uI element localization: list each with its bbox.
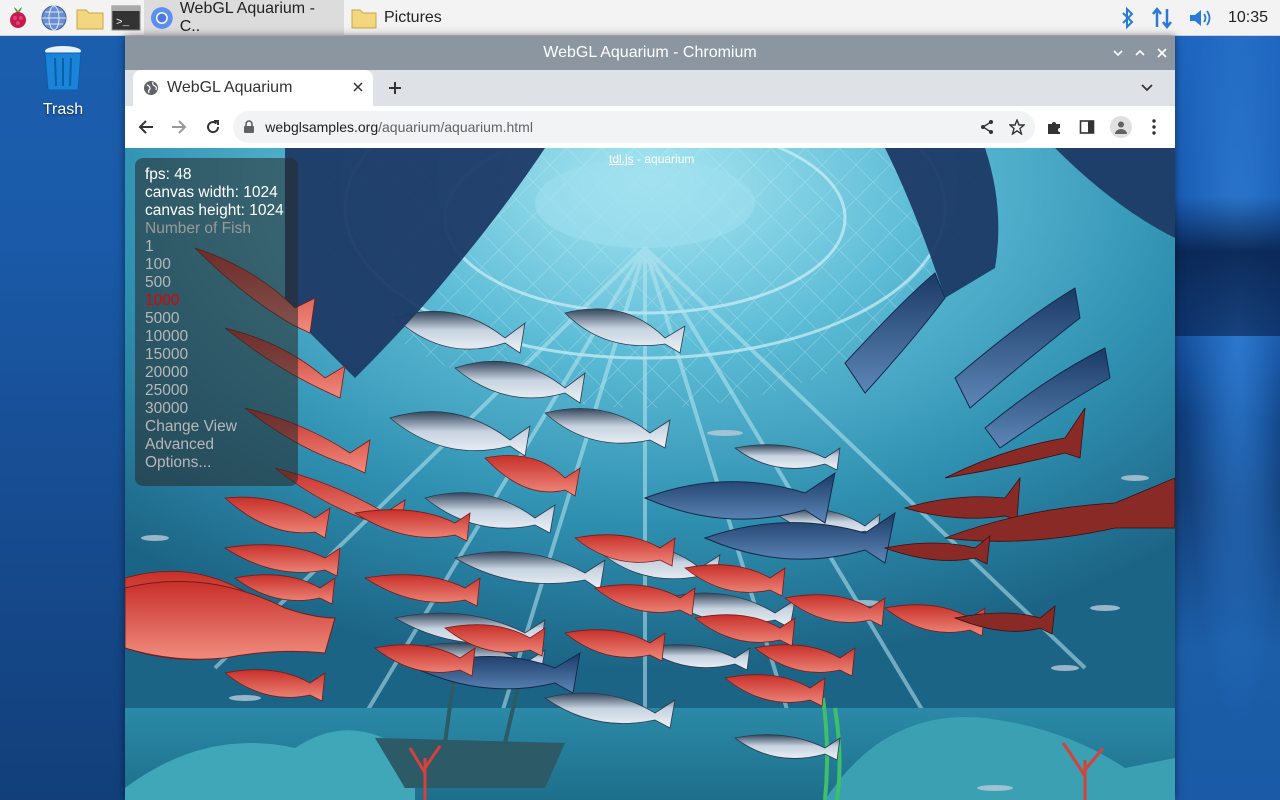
new-tab-button[interactable] [383, 76, 407, 100]
network-icon[interactable] [1150, 6, 1174, 30]
fish-option-1[interactable]: 1 [145, 238, 288, 256]
fish-option-10000[interactable]: 10000 [145, 328, 288, 346]
trash-label: Trash [42, 101, 84, 118]
taskbar-task-label: Pictures [384, 8, 442, 26]
bookmark-star-icon[interactable] [1009, 119, 1026, 135]
tab-strip: WebGL Aquarium [125, 70, 1175, 106]
fish-option-15000[interactable]: 15000 [145, 346, 288, 364]
chromium-icon [150, 6, 173, 29]
web-content: tdl.js - aquarium fps: 48 canvas width: … [125, 148, 1175, 800]
fish-option-1000-selected[interactable]: 1000 [145, 292, 288, 310]
desktop-wallpaper [1175, 36, 1280, 800]
clock[interactable]: 10:35 [1228, 9, 1268, 27]
profile-button[interactable] [1106, 111, 1135, 143]
arrow-right-icon [172, 120, 187, 134]
reload-icon [206, 120, 219, 134]
fish-option-30000[interactable]: 30000 [145, 400, 288, 418]
advanced-button[interactable]: Advanced [145, 436, 288, 454]
svg-text:>_: >_ [116, 17, 130, 29]
raspberry-menu-icon[interactable] [0, 0, 36, 36]
browser-window: WebGL Aquarium - Chromium WebGL Aquarium [125, 36, 1175, 800]
globe-icon [144, 81, 158, 95]
canvas-height-readout: canvas height: 1024 [145, 202, 284, 219]
tab-webgl-aquarium[interactable]: WebGL Aquarium [133, 70, 373, 106]
volume-icon[interactable] [1188, 7, 1214, 29]
chevron-down-icon [1141, 84, 1153, 92]
url-path: /aquarium/aquarium.html [378, 119, 533, 135]
plus-icon [389, 82, 401, 94]
fish-option-500[interactable]: 500 [145, 274, 288, 292]
menu-button[interactable] [1140, 111, 1169, 143]
avatar [1109, 116, 1132, 138]
share-icon[interactable] [979, 119, 995, 135]
fish-option-5000[interactable]: 5000 [145, 310, 288, 328]
folder-icon [351, 9, 377, 28]
side-panel-icon [1080, 120, 1095, 134]
more-vert-icon [1152, 119, 1156, 135]
hud-panel: fps: 48 canvas width: 1024 canvas height… [135, 158, 298, 486]
extensions-button[interactable] [1039, 111, 1068, 143]
taskbar-task-label: WebGL Aquarium - C.. [179, 0, 315, 35]
trash-icon [44, 46, 82, 91]
url-host: webglsamples.org [265, 119, 379, 135]
credit-text: tdl.js - aquarium [609, 152, 694, 166]
person-icon [1114, 121, 1127, 134]
credit-suffix: - aquarium [633, 152, 695, 166]
puzzle-icon [1047, 122, 1060, 134]
canvas-width-readout: canvas width: 1024 [145, 184, 278, 201]
system-tray: 10:35 [1120, 6, 1280, 30]
desktop-trash[interactable]: Trash [30, 44, 96, 119]
maximize-icon[interactable] [1133, 46, 1147, 60]
bluetooth-icon[interactable] [1120, 6, 1136, 30]
lock-icon [244, 120, 255, 133]
arrow-left-icon [138, 120, 153, 134]
tab-close-icon[interactable] [353, 79, 363, 97]
file-manager-icon[interactable] [72, 0, 108, 36]
back-button[interactable] [131, 111, 160, 143]
forward-button[interactable] [164, 111, 193, 143]
fish-option-20000[interactable]: 20000 [145, 364, 288, 382]
side-panel-button[interactable] [1073, 111, 1102, 143]
tdl-link[interactable]: tdl.js [609, 152, 634, 166]
web-browser-icon[interactable] [36, 0, 72, 36]
fish-option-100[interactable]: 100 [145, 256, 288, 274]
taskbar: >_ WebGL Aquarium - C.. Pictures 10:35 [0, 0, 1280, 36]
window-title: WebGL Aquarium - Chromium [543, 44, 757, 61]
tab-search-button[interactable] [1137, 78, 1157, 98]
window-titlebar[interactable]: WebGL Aquarium - Chromium [125, 36, 1175, 70]
fish-count-header: Number of Fish [145, 220, 251, 237]
minimize-icon[interactable] [1111, 46, 1125, 60]
address-bar[interactable]: webglsamples.org/aquarium/aquarium.html [233, 111, 1036, 143]
fish-option-25000[interactable]: 25000 [145, 382, 288, 400]
browser-toolbar: webglsamples.org/aquarium/aquarium.html [125, 106, 1175, 148]
fps-readout: fps: 48 [145, 166, 192, 183]
change-view-button[interactable]: Change View [145, 418, 288, 436]
reload-button[interactable] [198, 111, 227, 143]
close-window-icon[interactable] [1155, 46, 1169, 60]
tab-title: WebGL Aquarium [167, 79, 293, 96]
taskbar-task-pictures[interactable]: Pictures [344, 0, 464, 36]
taskbar-task-chromium[interactable]: WebGL Aquarium - C.. [144, 0, 344, 36]
terminal-icon[interactable]: >_ [108, 0, 144, 36]
options-button[interactable]: Options... [145, 454, 288, 472]
